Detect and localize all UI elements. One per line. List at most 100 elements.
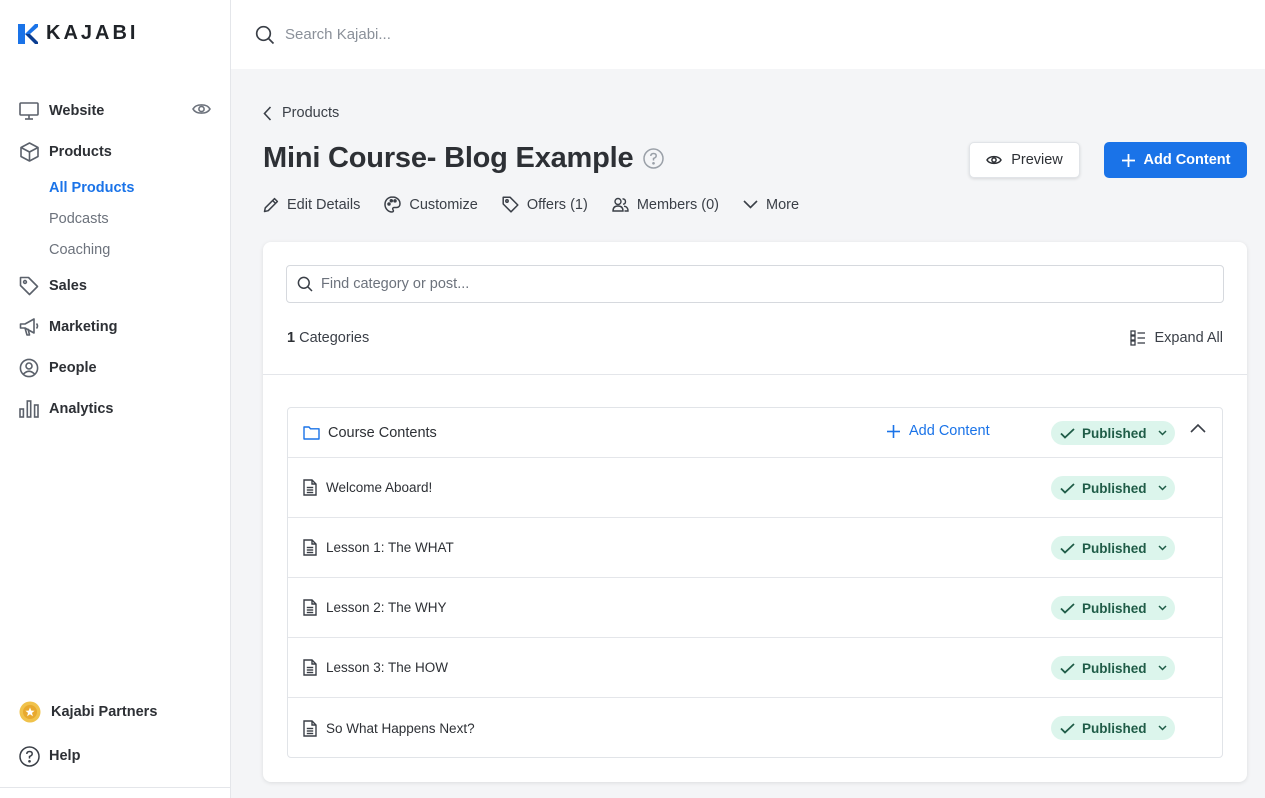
users-icon xyxy=(612,197,629,212)
category-count-label: Categories xyxy=(299,330,370,346)
chevron-down-icon xyxy=(743,200,758,209)
tab-edit-details[interactable]: Edit Details xyxy=(263,196,360,213)
status-badge[interactable]: Published xyxy=(1051,476,1175,500)
page-title: Mini Course- Blog Example xyxy=(263,142,634,174)
tab-members[interactable]: Members (0) xyxy=(612,196,719,213)
sidebar-item-label: People xyxy=(49,359,97,376)
preview-button[interactable]: Preview xyxy=(969,142,1080,178)
tab-offers[interactable]: Offers (1) xyxy=(502,196,588,213)
post-row[interactable]: So What Happens Next? Published xyxy=(288,698,1222,758)
category-add-content-label: Add Content xyxy=(909,423,990,439)
category-count: 1 Categories xyxy=(287,330,369,346)
sidebar-item-people[interactable]: People xyxy=(0,347,231,388)
eye-icon xyxy=(986,154,1003,166)
star-badge-icon xyxy=(18,700,42,724)
expand-all-label: Expand All xyxy=(1154,330,1223,346)
tag-icon xyxy=(502,196,519,213)
chevron-down-icon xyxy=(1157,485,1167,491)
breadcrumb[interactable]: Products xyxy=(263,105,339,121)
user-circle-icon xyxy=(18,357,40,379)
find-category-field[interactable] xyxy=(286,265,1224,303)
divider xyxy=(263,374,1247,375)
find-category-input[interactable] xyxy=(321,276,921,292)
sidebar-item-label: Help xyxy=(49,748,81,764)
breadcrumb-label: Products xyxy=(282,105,340,121)
post-row[interactable]: Lesson 3: The HOW Published xyxy=(288,638,1222,698)
palette-icon xyxy=(384,196,402,213)
sidebar-item-label: Kajabi Partners xyxy=(51,704,158,720)
status-badge-label: Published xyxy=(1082,540,1147,556)
kajabi-logo[interactable]: KAJABI xyxy=(18,22,138,45)
post-title: Lesson 2: The WHY xyxy=(326,600,447,615)
chevron-left-icon xyxy=(263,105,272,121)
sidebar-item-marketing[interactable]: Marketing xyxy=(0,306,231,347)
status-badge[interactable]: Published xyxy=(1051,421,1175,445)
tab-more[interactable]: More xyxy=(743,196,799,213)
plus-icon xyxy=(1121,153,1136,168)
check-icon xyxy=(1060,662,1075,674)
sidebar-item-label: Marketing xyxy=(49,318,118,335)
post-title: Lesson 1: The WHAT xyxy=(326,540,454,555)
check-icon xyxy=(1060,482,1075,494)
post-row[interactable]: Lesson 1: The WHAT Published xyxy=(288,518,1222,578)
sidebar-item-label: Sales xyxy=(49,277,87,294)
add-content-button-label: Add Content xyxy=(1143,152,1231,168)
status-badge[interactable]: Published xyxy=(1051,536,1175,560)
sidebar-bottom: Kajabi Partners Help xyxy=(0,690,231,778)
tab-label: More xyxy=(766,196,800,213)
check-icon xyxy=(1060,722,1075,734)
tab-label: Offers (1) xyxy=(526,196,588,213)
tab-label: Edit Details xyxy=(287,196,361,213)
document-icon xyxy=(303,719,317,737)
category-name: Course Contents xyxy=(328,424,437,441)
post-row[interactable]: Welcome Aboard! Published xyxy=(288,458,1222,518)
kajabi-logo-icon xyxy=(18,23,38,44)
help-icon[interactable] xyxy=(643,148,665,169)
post-row[interactable]: Lesson 2: The WHY Published xyxy=(288,578,1222,638)
sidebar-item-help[interactable]: Help xyxy=(0,734,231,778)
document-icon xyxy=(303,659,317,676)
chevron-up-icon[interactable] xyxy=(1190,423,1206,433)
global-search-bar xyxy=(231,0,1265,69)
search-input[interactable] xyxy=(285,26,685,43)
product-tabs: Edit Details Customize Offers (1) Member… xyxy=(263,196,799,213)
expand-all-button[interactable]: Expand All xyxy=(1130,330,1223,346)
sidebar-item-sales[interactable]: Sales xyxy=(0,265,231,306)
status-badge-label: Published xyxy=(1082,660,1147,676)
category-block: Course Contents Add Content Published We… xyxy=(287,407,1223,758)
add-content-button[interactable]: Add Content xyxy=(1104,142,1247,178)
sidebar-item-website[interactable]: Website xyxy=(0,90,231,131)
sidebar-item-kajabi-partners[interactable]: Kajabi Partners xyxy=(0,690,231,734)
category-count-number: 1 xyxy=(287,330,296,346)
search-icon xyxy=(297,276,313,292)
sidebar-item-label: Website xyxy=(49,102,105,119)
eye-icon[interactable] xyxy=(192,102,211,116)
chevron-down-icon xyxy=(1157,545,1167,551)
plus-icon xyxy=(886,424,901,439)
tab-customize[interactable]: Customize xyxy=(384,196,478,213)
question-circle-icon xyxy=(18,745,40,767)
sidebar-item-products[interactable]: Products xyxy=(0,131,231,172)
sidebar-subitem-all-products[interactable]: All Products xyxy=(0,172,231,203)
main-content: Products Mini Course- Blog Example Previ… xyxy=(231,69,1265,798)
status-badge-label: Published xyxy=(1082,480,1147,496)
status-badge[interactable]: Published xyxy=(1051,596,1175,620)
sidebar-item-label: Analytics xyxy=(49,400,114,417)
monitor-icon xyxy=(18,100,40,122)
status-badge[interactable]: Published xyxy=(1051,716,1175,740)
brand-name: KAJABI xyxy=(46,22,139,44)
status-badge-label: Published xyxy=(1082,720,1147,736)
chevron-down-icon xyxy=(1157,725,1167,731)
folder-icon xyxy=(303,425,320,440)
status-badge[interactable]: Published xyxy=(1051,656,1175,680)
sidebar-subitem-coaching[interactable]: Coaching xyxy=(0,234,231,265)
sidebar-item-analytics[interactable]: Analytics xyxy=(0,388,231,429)
check-icon xyxy=(1060,427,1075,439)
content-card: 1 Categories Expand All Course Contents xyxy=(263,242,1247,782)
document-icon xyxy=(303,599,317,616)
category-add-content-button[interactable]: Add Content xyxy=(886,423,990,439)
sidebar-item-label: Products xyxy=(49,143,112,160)
sidebar-subitem-podcasts[interactable]: Podcasts xyxy=(0,203,231,234)
category-header[interactable]: Course Contents Add Content Published xyxy=(288,408,1222,458)
sidebar: KAJABI Website Products All Products Pod… xyxy=(0,0,231,798)
